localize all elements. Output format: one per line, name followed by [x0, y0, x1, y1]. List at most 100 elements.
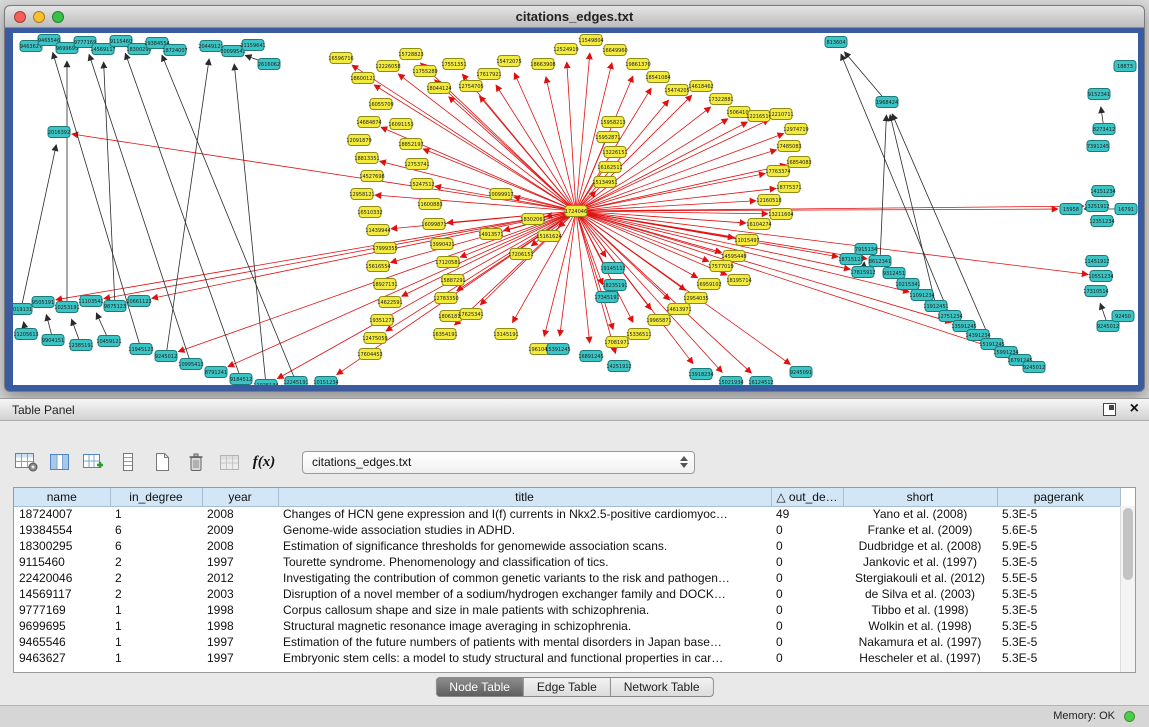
- graph-node[interactable]: 12751234: [937, 311, 962, 322]
- graph-node[interactable]: 17322881: [708, 94, 733, 105]
- graph-node[interactable]: 11600883: [417, 199, 442, 210]
- graph-edge[interactable]: [576, 211, 994, 348]
- graph-node[interactable]: 11091234: [909, 290, 934, 301]
- table-row[interactable]: 1456911722003Disruption of a novel membe…: [14, 586, 1121, 602]
- graph-node[interactable]: 11451912: [1084, 256, 1109, 267]
- graph-node[interactable]: 10099917: [488, 189, 513, 200]
- graph-node[interactable]: 10995413: [178, 359, 203, 370]
- graph-node[interactable]: 15474205: [664, 85, 689, 96]
- graph-edge[interactable]: [166, 59, 209, 356]
- tab-network-table[interactable]: Network Table: [611, 677, 714, 697]
- network-canvas[interactable]: 1659671618600121122260581572882311755289…: [13, 33, 1138, 385]
- graph-node[interactable]: 9904151: [42, 335, 64, 346]
- graph-node[interactable]: 92450: [1112, 311, 1134, 322]
- graph-node[interactable]: 21159641: [240, 40, 265, 51]
- zoom-button[interactable]: [52, 11, 64, 23]
- graph-node[interactable]: 15161624: [536, 231, 561, 242]
- graph-node[interactable]: 19145112: [600, 263, 625, 274]
- graph-node[interactable]: 16596716: [328, 53, 353, 64]
- graph-node[interactable]: 16854083: [786, 157, 811, 168]
- graph-node[interactable]: 14684874: [356, 117, 381, 128]
- column-header-in_degree[interactable]: in_degree: [110, 488, 202, 506]
- graph-node[interactable]: 14151234: [1090, 186, 1115, 197]
- graph-node[interactable]: 15472075: [496, 56, 521, 67]
- graph-node[interactable]: 17625341: [458, 309, 483, 320]
- graph-node[interactable]: 9245012: [1097, 321, 1119, 332]
- graph-node[interactable]: 19965871: [646, 315, 671, 326]
- graph-edge[interactable]: [576, 107, 711, 211]
- graph-node[interactable]: 18813351: [354, 153, 379, 164]
- close-panel-icon[interactable]: ×: [1130, 402, 1139, 416]
- graph-node[interactable]: 17763374: [765, 166, 790, 177]
- graph-node[interactable]: 11103541: [78, 296, 103, 307]
- graph-node[interactable]: 15616554: [365, 261, 390, 272]
- graph-edge[interactable]: [880, 115, 886, 261]
- graph-node[interactable]: 17815912: [850, 267, 875, 278]
- graph-node[interactable]: 13251912: [1084, 201, 1109, 212]
- graph-node[interactable]: 18852197: [398, 139, 423, 150]
- graph-node[interactable]: 17551351: [441, 59, 466, 70]
- column-header-pagerank[interactable]: pagerank: [997, 488, 1121, 506]
- graph-node[interactable]: 17617921: [476, 69, 501, 80]
- minimize-button[interactable]: [33, 11, 45, 23]
- graph-node[interactable]: 17999355: [372, 243, 397, 254]
- table-row[interactable]: 946362711997Embryonic stem cells: a mode…: [14, 650, 1121, 666]
- graph-node[interactable]: 17345191: [594, 292, 619, 303]
- graph-node[interactable]: 19861370: [625, 59, 650, 70]
- graph-edge[interactable]: [567, 62, 576, 211]
- graph-node[interactable]: 17081971: [604, 337, 629, 348]
- graph-node[interactable]: 18775371: [776, 182, 801, 193]
- graph-node[interactable]: 13211604: [768, 209, 793, 220]
- function-builder-icon[interactable]: f(x): [252, 451, 276, 473]
- graph-node[interactable]: 8791241: [205, 367, 227, 378]
- graph-edge[interactable]: [576, 211, 1088, 274]
- graph-node[interactable]: 16104274: [746, 219, 771, 230]
- graph-node[interactable]: 14618462: [688, 81, 713, 92]
- delete-icon[interactable]: [184, 451, 208, 473]
- graph-node[interactable]: 10253191: [54, 302, 79, 313]
- graph-node[interactable]: 15336511: [626, 329, 651, 340]
- graph-edge[interactable]: [447, 211, 576, 223]
- table-row[interactable]: 946554611997Estimation of the future num…: [14, 634, 1121, 650]
- close-button[interactable]: [14, 11, 26, 23]
- graph-node[interactable]: 7391245: [1087, 141, 1109, 152]
- graph-node[interactable]: 9245012: [1023, 362, 1045, 373]
- table-scrollbar[interactable]: [1120, 506, 1135, 672]
- graph-node[interactable]: 18541084: [645, 72, 670, 83]
- graph-node[interactable]: 18235191: [602, 280, 627, 291]
- graph-node[interactable]: 16649960: [602, 45, 627, 56]
- graph-node[interactable]: 15247512: [409, 179, 434, 190]
- graph-node[interactable]: 10459121: [96, 336, 121, 347]
- show-columns-icon[interactable]: [48, 451, 72, 473]
- table-row[interactable]: 977716911998Corpus callosum shape and si…: [14, 602, 1121, 618]
- graph-node[interactable]: 16510332: [357, 207, 382, 218]
- graph-node[interactable]: 15391245: [545, 344, 570, 355]
- graph-edge[interactable]: [512, 211, 576, 323]
- graph-node[interactable]: 14913571: [478, 229, 503, 240]
- graph-node[interactable]: 17485083: [776, 141, 801, 152]
- table-row[interactable]: 1830029562008Estimation of significance …: [14, 538, 1121, 554]
- graph-node[interactable]: 10551234: [1088, 271, 1113, 282]
- graph-node[interactable]: 9875123: [104, 301, 126, 312]
- graph-node[interactable]: 15134951: [592, 177, 617, 188]
- graph-node[interactable]: 18715123: [838, 254, 863, 265]
- graph-node[interactable]: 13226151: [602, 147, 627, 158]
- graph-node[interactable]: 15952871: [595, 132, 620, 143]
- graph-node[interactable]: 8019131: [13, 304, 32, 315]
- graph-node[interactable]: 17577019: [708, 261, 733, 272]
- graph-edge[interactable]: [514, 73, 576, 211]
- graph-edge[interactable]: [56, 211, 576, 300]
- graph-node[interactable]: 12245191: [283, 377, 308, 386]
- graph-edge[interactable]: [104, 62, 115, 306]
- graph-node[interactable]: 15021934: [718, 377, 743, 386]
- graph-node[interactable]: 12524919: [553, 44, 578, 55]
- graph-node[interactable]: 15728823: [398, 49, 423, 60]
- graph-node[interactable]: 1724046: [565, 206, 587, 217]
- table-row[interactable]: 1872400712008Changes of HCN gene express…: [14, 506, 1121, 522]
- table-row[interactable]: 969969511998Structural magnetic resonanc…: [14, 618, 1121, 634]
- scrollbar-thumb[interactable]: [1123, 508, 1133, 580]
- graph-node[interactable]: 11025134: [253, 380, 278, 386]
- graph-node[interactable]: 16162511: [597, 162, 622, 173]
- graph-node[interactable]: 9312451: [883, 268, 905, 279]
- graph-node[interactable]: 11912451: [923, 301, 948, 312]
